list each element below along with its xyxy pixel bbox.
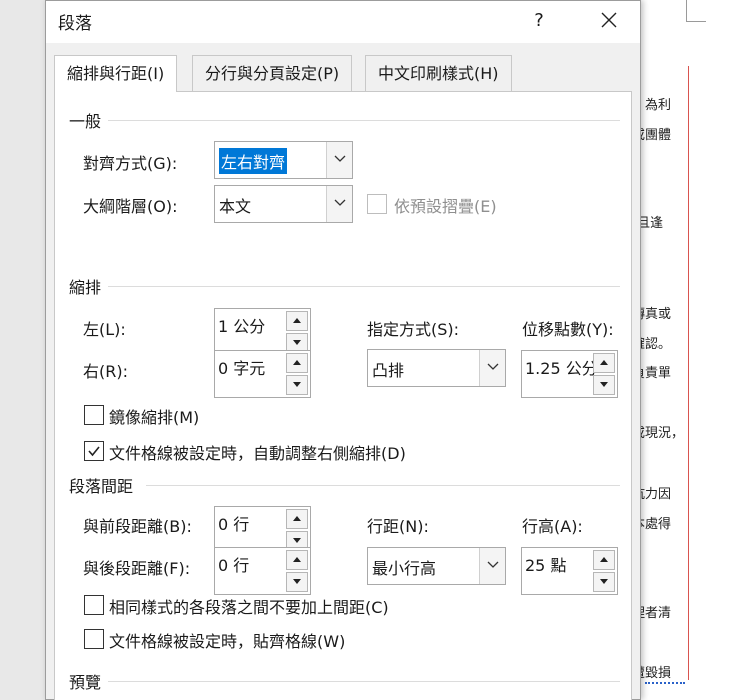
spinner-buttons bbox=[286, 353, 308, 395]
indent-right-spinner[interactable]: 0 字元 bbox=[214, 350, 311, 398]
section-divider bbox=[108, 120, 620, 121]
spin-down-button[interactable] bbox=[286, 572, 308, 592]
spinner-buttons bbox=[286, 550, 308, 592]
triangle-up-icon bbox=[600, 557, 608, 562]
tab-indents-spacing[interactable]: 縮排與行距(I) bbox=[54, 55, 178, 92]
line-height-spinner[interactable]: 25 點 bbox=[521, 547, 618, 595]
collapse-by-default-label: 依預設摺疊(E) bbox=[394, 197, 497, 216]
triangle-down-icon bbox=[293, 538, 301, 543]
indent-by-spinner[interactable]: 1.25 公分 bbox=[521, 350, 618, 398]
mirror-indents-checkbox[interactable] bbox=[84, 405, 104, 425]
help-button[interactable]: ? bbox=[524, 6, 554, 36]
dropdown-arrow[interactable] bbox=[479, 548, 505, 584]
dropdown-arrow[interactable] bbox=[479, 350, 505, 386]
mirror-indents-label: 鏡像縮排(M) bbox=[109, 408, 200, 427]
triangle-down-icon bbox=[293, 340, 301, 345]
auto-adjust-indent-checkbox[interactable] bbox=[84, 441, 104, 461]
chevron-down-icon bbox=[334, 155, 345, 162]
special-indent-value: 凸排 bbox=[372, 361, 405, 380]
indent-right-label: 右(R): bbox=[83, 362, 128, 381]
spin-up-button[interactable] bbox=[593, 550, 615, 570]
close-icon bbox=[601, 12, 617, 28]
triangle-up-icon bbox=[293, 516, 301, 521]
title-bar: 段落 ? bbox=[46, 1, 640, 43]
outline-level-label: 大綱階層(O): bbox=[83, 197, 178, 216]
spin-down-button[interactable] bbox=[593, 375, 615, 395]
line-height-label: 行高(A): bbox=[522, 517, 583, 536]
page-corner-mark bbox=[686, 0, 706, 22]
collapse-by-default-checkbox[interactable] bbox=[367, 194, 387, 214]
alignment-value: 左右對齊 bbox=[219, 148, 288, 174]
spin-up-button[interactable] bbox=[286, 311, 308, 331]
line-spacing-select[interactable]: 最小行高 bbox=[367, 547, 506, 585]
snap-to-grid-checkbox[interactable] bbox=[84, 629, 104, 649]
snap-to-grid-label: 文件格線被設定時，貼齊格線(W) bbox=[109, 632, 346, 651]
dropdown-arrow[interactable] bbox=[326, 186, 352, 222]
no-space-same-style-checkbox[interactable] bbox=[84, 595, 104, 615]
spinner-buttons bbox=[286, 311, 308, 353]
indent-by-value: 1.25 公分 bbox=[525, 359, 598, 378]
spin-down-button[interactable] bbox=[286, 375, 308, 395]
alignment-label: 對齊方式(G): bbox=[83, 154, 178, 173]
triangle-down-icon bbox=[293, 579, 301, 584]
spin-up-button[interactable] bbox=[593, 353, 615, 373]
line-spacing-value: 最小行高 bbox=[372, 559, 437, 578]
spacing-after-spinner[interactable]: 0 行 bbox=[214, 547, 311, 595]
spin-up-button[interactable] bbox=[286, 353, 308, 373]
indent-by-label: 位移點數(Y): bbox=[522, 320, 614, 339]
tab-line-page-breaks[interactable]: 分行與分頁設定(P) bbox=[192, 55, 353, 91]
special-indent-label: 指定方式(S): bbox=[367, 320, 460, 339]
spacing-after-label: 與後段距離(F): bbox=[83, 559, 191, 578]
section-divider bbox=[108, 681, 620, 682]
indent-right-value: 0 字元 bbox=[218, 359, 266, 378]
line-spacing-label: 行距(N): bbox=[367, 517, 429, 536]
triangle-up-icon bbox=[293, 360, 301, 365]
section-divider bbox=[146, 485, 620, 486]
triangle-up-icon bbox=[293, 557, 301, 562]
special-indent-select[interactable]: 凸排 bbox=[367, 349, 506, 387]
paragraph-dialog: 段落 ? 縮排與行距(I) 分行與分頁設定(P) 中文印刷樣式(H) 一般 對齊… bbox=[45, 0, 641, 700]
dialog-title: 段落 bbox=[58, 14, 92, 34]
close-button[interactable] bbox=[594, 6, 624, 36]
spinner-buttons bbox=[593, 550, 615, 592]
spin-up-button[interactable] bbox=[286, 509, 308, 529]
section-spacing-title: 段落間距 bbox=[69, 477, 134, 496]
spinner-buttons bbox=[593, 353, 615, 395]
spacing-after-value: 0 行 bbox=[218, 556, 250, 575]
outline-level-select[interactable]: 本文 bbox=[214, 185, 353, 223]
outline-level-value: 本文 bbox=[219, 197, 252, 216]
spacing-before-value: 0 行 bbox=[218, 515, 250, 534]
tab-asian-typography[interactable]: 中文印刷樣式(H) bbox=[365, 55, 512, 91]
spin-up-button[interactable] bbox=[286, 550, 308, 570]
section-divider bbox=[108, 286, 620, 287]
indent-left-spinner[interactable]: 1 公分 bbox=[214, 308, 311, 356]
spellcheck-underline bbox=[645, 681, 685, 684]
triangle-down-icon bbox=[600, 579, 608, 584]
spin-down-button[interactable] bbox=[593, 572, 615, 592]
line-height-value: 25 點 bbox=[525, 556, 567, 575]
dropdown-arrow[interactable] bbox=[326, 142, 352, 178]
auto-adjust-indent-label: 文件格線被設定時，自動調整右側縮排(D) bbox=[109, 444, 406, 463]
triangle-down-icon bbox=[600, 382, 608, 387]
triangle-up-icon bbox=[600, 360, 608, 365]
indent-left-label: 左(L): bbox=[83, 320, 126, 339]
section-general-title: 一般 bbox=[69, 112, 102, 131]
spinner-buttons bbox=[286, 509, 308, 551]
triangle-down-icon bbox=[293, 382, 301, 387]
triangle-up-icon bbox=[293, 318, 301, 323]
indent-left-value: 1 公分 bbox=[218, 317, 266, 336]
section-preview-title: 預覽 bbox=[69, 673, 102, 692]
chevron-down-icon bbox=[487, 363, 498, 370]
chevron-down-icon bbox=[487, 561, 498, 568]
no-space-same-style-label: 相同樣式的各段落之間不要加上間距(C) bbox=[109, 598, 389, 617]
margin-line bbox=[688, 66, 689, 680]
spacing-before-label: 與前段距離(B): bbox=[83, 517, 192, 536]
chevron-down-icon bbox=[334, 199, 345, 206]
section-indentation-title: 縮排 bbox=[69, 278, 102, 297]
alignment-select[interactable]: 左右對齊 bbox=[214, 141, 353, 179]
checkmark-icon bbox=[88, 446, 100, 457]
